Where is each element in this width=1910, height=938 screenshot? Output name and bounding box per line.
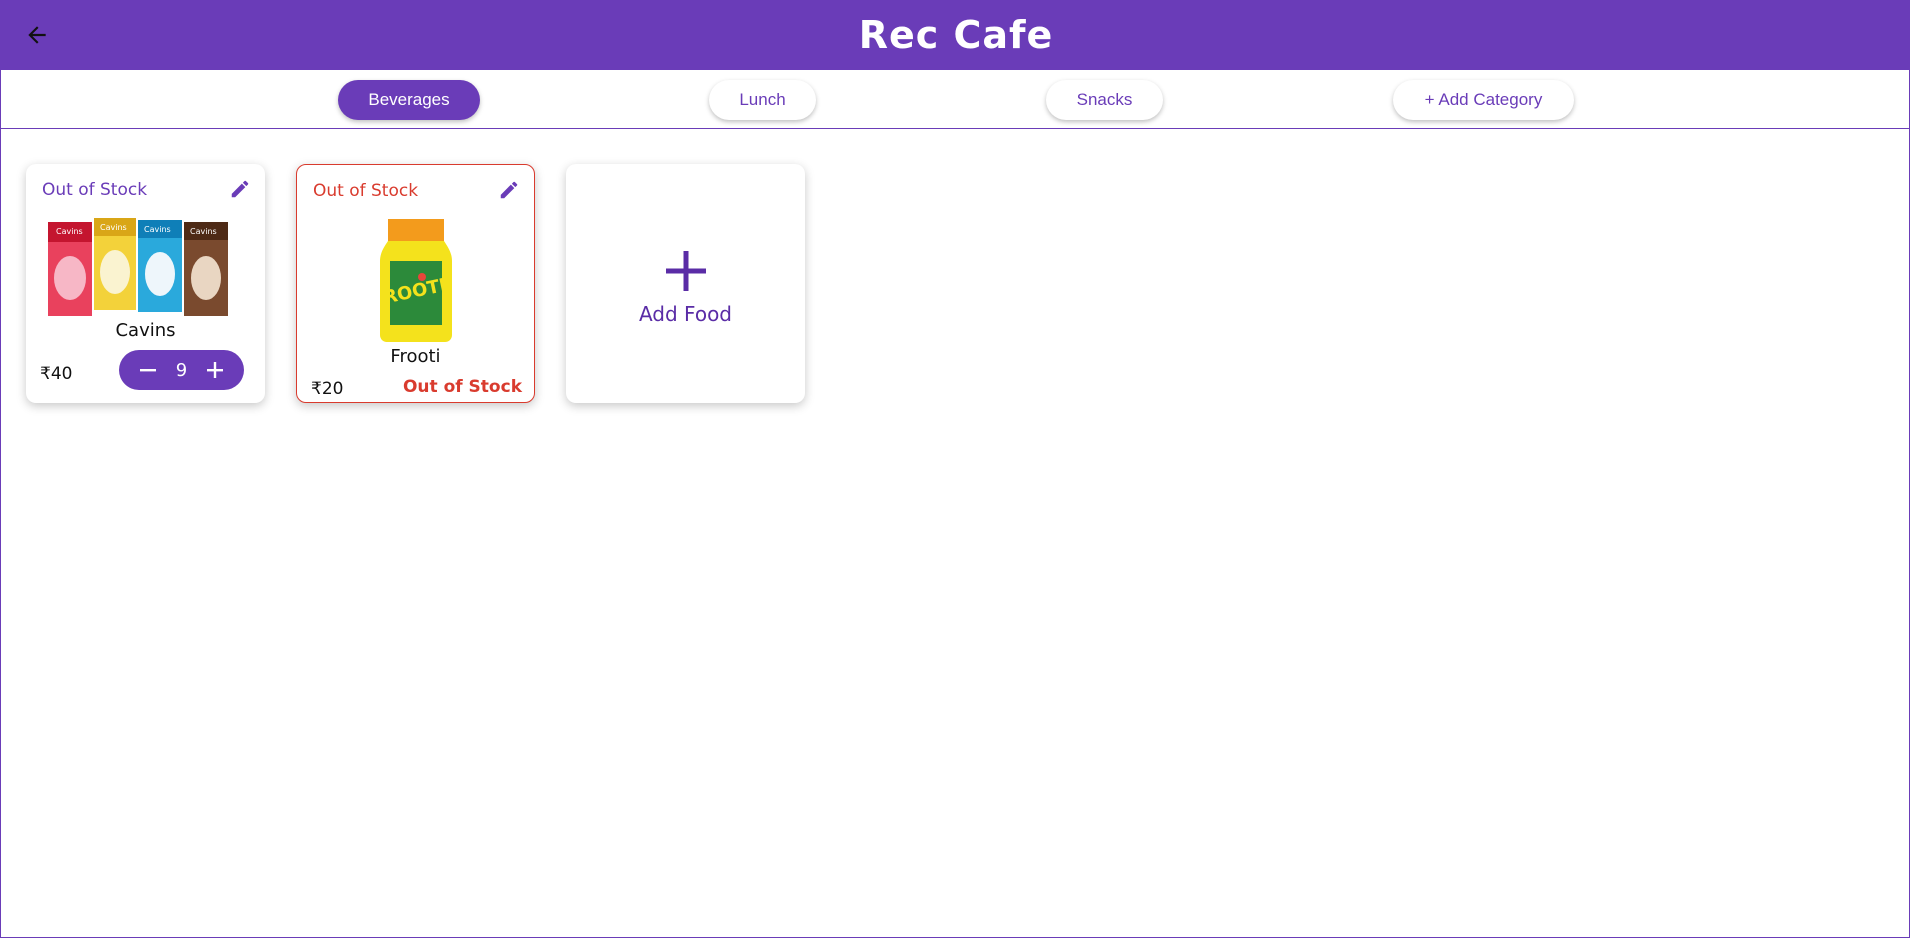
app-window: Rec Cafe Beverages Lunch Snacks + Add Ca… [0, 0, 1910, 938]
out-of-stock-status: Out of Stock [402, 377, 522, 397]
quantity-value: 9 [175, 359, 188, 381]
edit-button[interactable] [498, 179, 520, 201]
pencil-icon [500, 181, 518, 199]
food-name: Frooti [390, 346, 441, 367]
stock-toggle-label[interactable]: Out of Stock [313, 181, 418, 201]
add-food-label: Add Food [638, 302, 733, 326]
plus-icon [666, 251, 706, 291]
edit-button[interactable] [229, 178, 251, 200]
svg-text:Cavins: Cavins [190, 227, 217, 236]
svg-text:Cavins: Cavins [144, 225, 171, 234]
plus-icon [206, 362, 223, 378]
minus-icon [140, 369, 156, 372]
tab-beverages[interactable]: Beverages [338, 80, 480, 120]
food-card-frooti[interactable]: Out of Stock ROOTI Frooti ₹20 Out of Sto… [296, 164, 535, 403]
pencil-icon [231, 180, 249, 198]
food-name: Cavins [115, 320, 176, 341]
app-header: Rec Cafe [1, 0, 1910, 70]
add-food-card[interactable]: Add Food [566, 164, 805, 403]
tab-lunch[interactable]: Lunch [709, 80, 816, 120]
category-tabs: Beverages Lunch Snacks + Add Category [1, 70, 1910, 129]
svg-text:Cavins: Cavins [56, 227, 83, 236]
back-button[interactable] [19, 17, 55, 53]
tab-add-category[interactable]: + Add Category [1393, 80, 1574, 120]
tab-snacks[interactable]: Snacks [1046, 80, 1163, 120]
stock-toggle-label[interactable]: Out of Stock [42, 180, 147, 200]
decrement-button[interactable] [137, 359, 159, 381]
frooti-bottle-image: ROOTI [380, 219, 452, 342]
increment-button[interactable] [204, 359, 226, 381]
food-price: ₹40 [40, 364, 73, 384]
arrow-left-icon [28, 26, 46, 44]
food-card-cavins[interactable]: Out of Stock Cavins Cavins Cavins Cavins… [26, 164, 265, 403]
cavins-milkshake-image: Cavins Cavins Cavins Cavins [48, 218, 228, 316]
app-title: Rec Cafe [858, 13, 1054, 57]
food-price: ₹20 [311, 379, 344, 399]
quantity-stepper: 9 [119, 350, 244, 390]
svg-text:Cavins: Cavins [100, 223, 127, 232]
